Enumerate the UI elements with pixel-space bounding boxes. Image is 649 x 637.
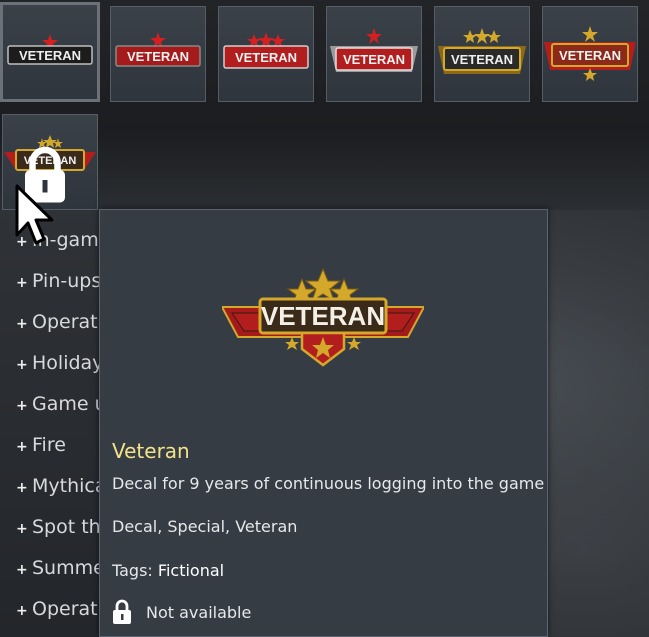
decal-tile-1[interactable]: VETERAN: [0, 2, 100, 102]
plus-icon: +: [16, 316, 28, 332]
decal-badge-red-stripe: VETERAN: [223, 32, 309, 69]
category-label: Fire: [32, 434, 66, 456]
decal-badge-gold: VETERAN: [438, 28, 526, 74]
category-label: Summe: [32, 557, 105, 579]
plus-icon: +: [16, 357, 28, 373]
decal-tile-2[interactable]: VETERAN: [110, 6, 206, 102]
plus-icon: +: [16, 562, 28, 578]
decal-label: VETERAN: [19, 48, 81, 63]
category-item-pin-ups[interactable]: + Pin-ups: [16, 270, 101, 296]
decal-tile-6[interactable]: VETERAN: [542, 6, 638, 102]
plus-icon: +: [16, 275, 28, 291]
plus-icon: +: [16, 398, 28, 414]
category-item-holiday[interactable]: + Holiday: [16, 352, 103, 378]
decal-label: VETERAN: [235, 50, 297, 65]
category-item-spot-the[interactable]: + Spot th: [16, 516, 101, 542]
plus-icon: +: [16, 521, 28, 537]
category-item-summer[interactable]: + Summe: [16, 557, 105, 583]
category-item-game-u[interactable]: + Game u: [16, 393, 107, 419]
plus-icon: +: [16, 603, 28, 619]
category-label: Operati: [32, 311, 103, 333]
tags-value: Fictional: [157, 561, 225, 580]
decal-preview-label: VETERAN: [261, 301, 385, 331]
category-item-operation-1[interactable]: + Operati: [16, 311, 103, 337]
availability-text: Not available: [146, 602, 252, 622]
tooltip-categories: Decal, Special, Veteran: [112, 517, 298, 536]
category-label: Spot th: [32, 516, 101, 538]
decal-label: VETERAN: [451, 52, 513, 67]
decal-tile-4[interactable]: VETERAN: [326, 6, 422, 102]
category-item-fire[interactable]: + Fire: [16, 434, 66, 460]
decal-tooltip: VETERAN Veteran Decal for 9 years of con…: [99, 209, 548, 637]
tooltip-tags: Tags: Fictional: [112, 561, 224, 580]
decal-label: VETERAN: [343, 52, 405, 67]
decal-badge-gold-red: VETERAN: [544, 26, 636, 81]
decal-preview-image: VETERAN: [222, 267, 424, 367]
category-label: Game u: [32, 393, 107, 415]
category-item-operation-2[interactable]: + Operati: [16, 598, 103, 624]
tags-label: Tags:: [112, 561, 153, 580]
category-item-mythical[interactable]: + Mythica: [16, 475, 107, 501]
category-label: Mythica: [32, 475, 107, 497]
decal-badge-black: VETERAN: [7, 34, 93, 65]
decal-tile-3[interactable]: VETERAN: [218, 6, 314, 102]
plus-icon: +: [16, 480, 28, 496]
lock-icon: [113, 599, 131, 624]
decal-badge-red: VETERAN: [115, 32, 201, 67]
mouse-cursor-icon: [15, 184, 54, 245]
category-label: Pin-ups: [32, 270, 102, 292]
category-label: Operati: [32, 598, 103, 620]
plus-icon: +: [16, 439, 28, 455]
decal-badge-silver: VETERAN: [330, 28, 418, 72]
tooltip-description: Decal for 9 years of continuous logging …: [112, 474, 545, 493]
tooltip-availability: Not available: [112, 598, 251, 626]
category-label: Holiday: [32, 352, 104, 374]
decal-label: VETERAN: [559, 48, 621, 63]
tooltip-title: Veteran: [112, 439, 190, 463]
decal-label: VETERAN: [127, 49, 189, 64]
decal-tile-5[interactable]: VETERAN: [434, 6, 530, 102]
